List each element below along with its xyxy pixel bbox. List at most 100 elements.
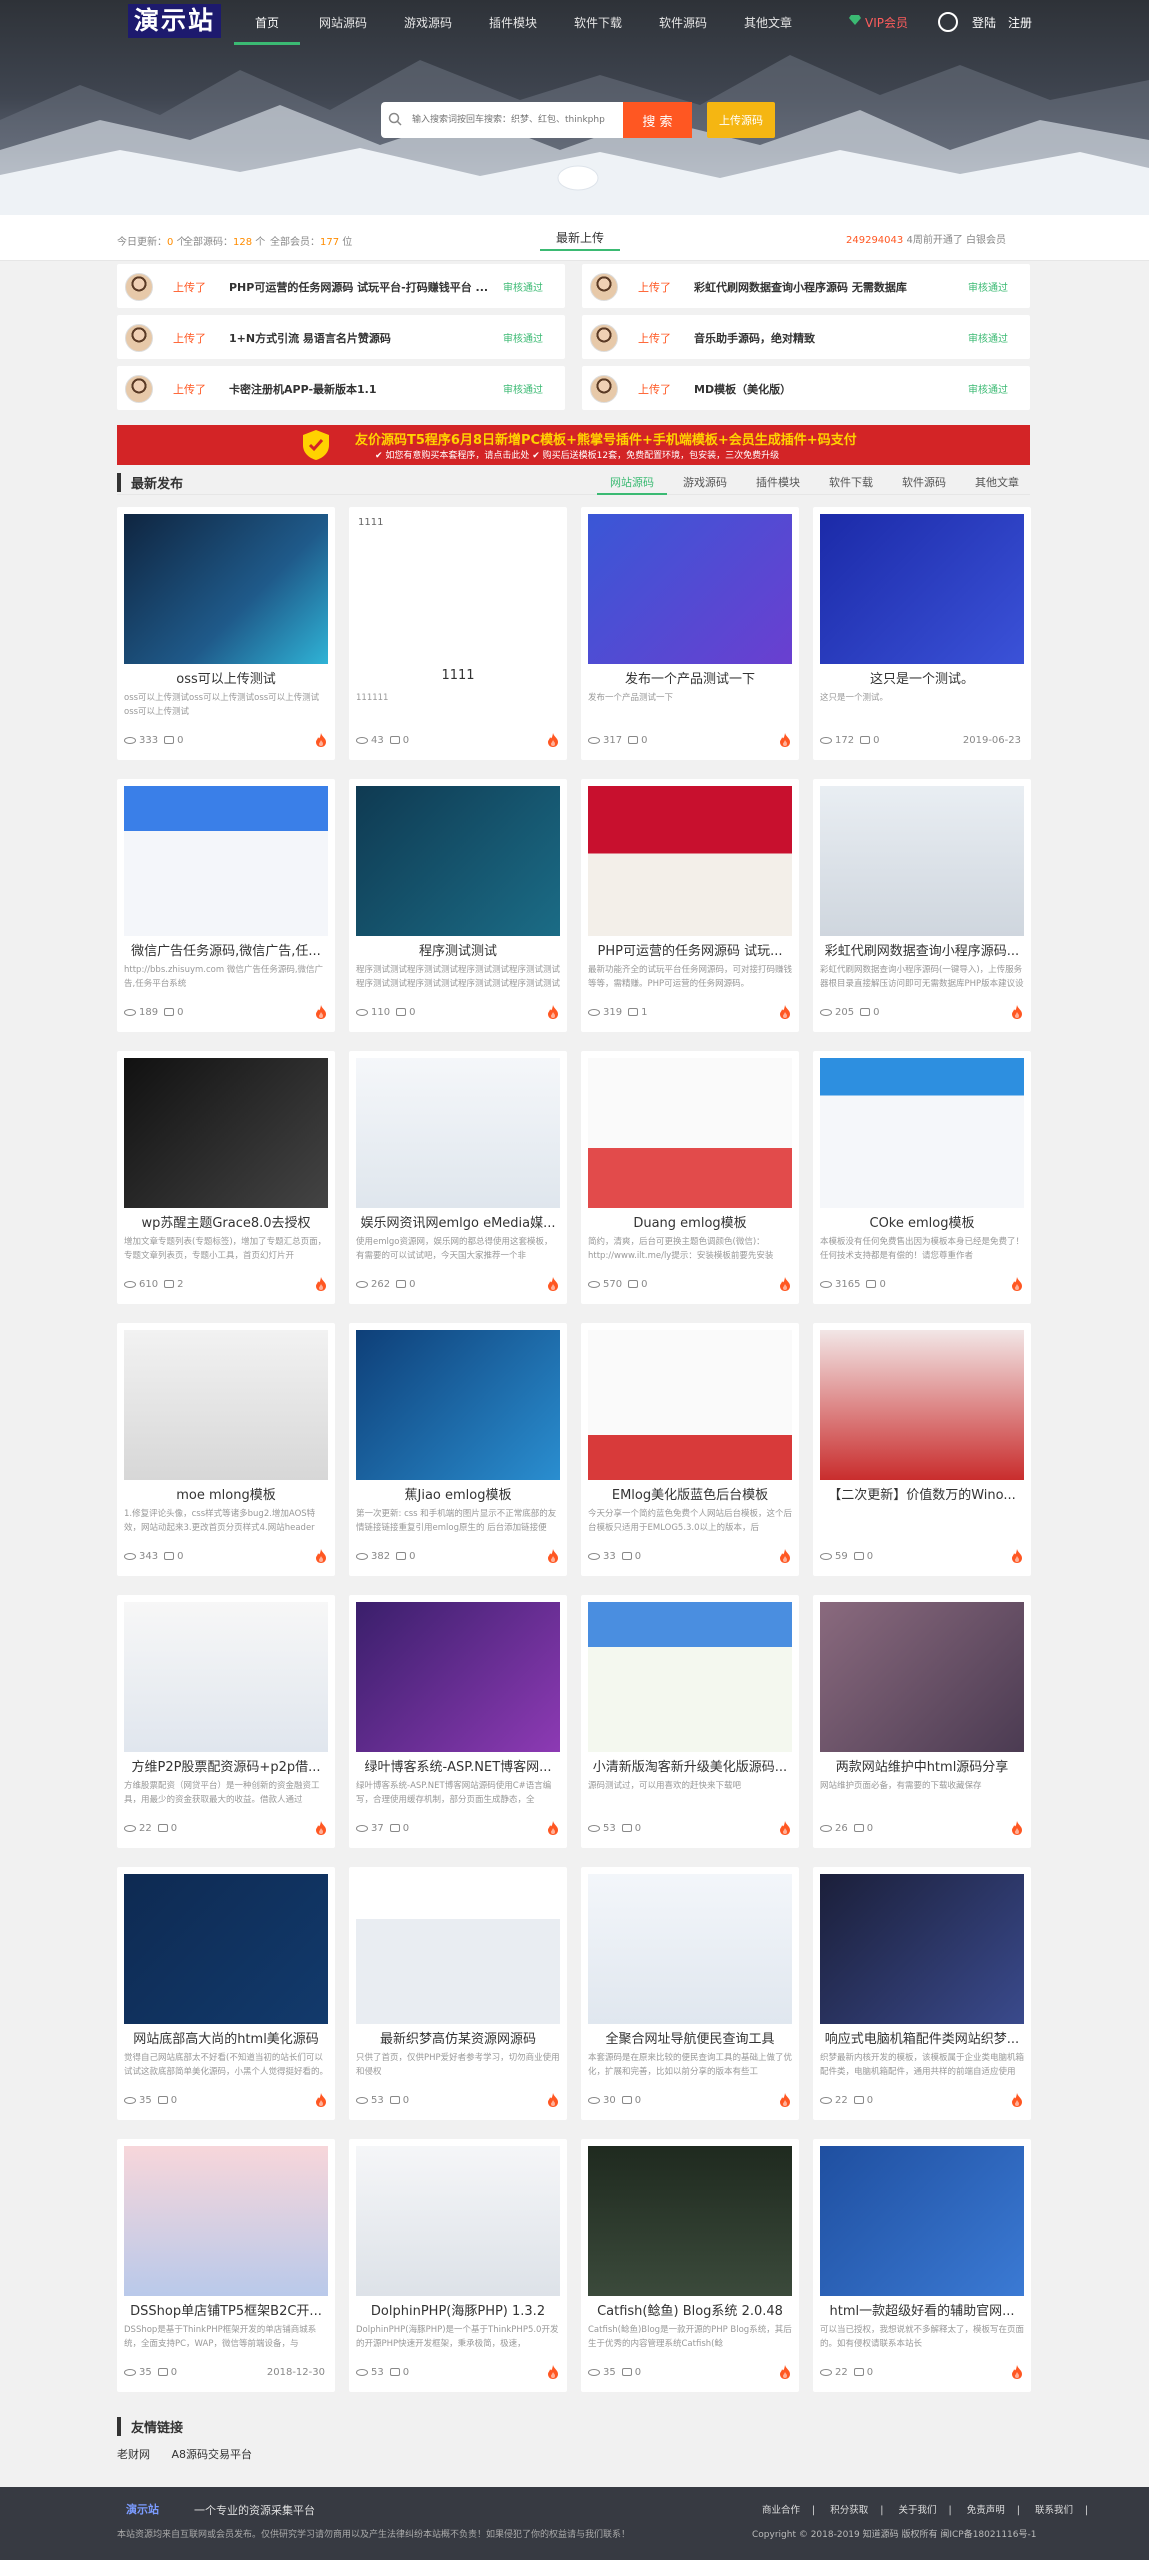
- post-title[interactable]: 小清新版淘客新升级美化版源码...: [587, 1756, 793, 1775]
- post-title[interactable]: DolphinPHP(海豚PHP) 1.3.2: [355, 2300, 561, 2319]
- post-thumbnail[interactable]: [820, 1330, 1024, 1480]
- nav-plugins[interactable]: 插件模块: [480, 14, 546, 31]
- post-card[interactable]: PHP可运营的任务网源码 试玩... 最新功能齐全的试玩平台任务网源码，可对接打码…: [581, 779, 799, 1032]
- post-title[interactable]: 方维P2P股票配资源码+p2p借...: [123, 1756, 329, 1775]
- site-logo[interactable]: 演示站: [128, 4, 222, 38]
- post-card[interactable]: EMlog美化版蓝色后台模板 今天分享一个简约蓝色免费个人网站后台模板，这个后台模…: [581, 1323, 799, 1576]
- upload-item[interactable]: 上传了 MD模板（美化版） 审核通过: [582, 366, 1030, 410]
- post-card[interactable]: 彩虹代刷网数据查询小程序源码... 彩虹代刷网数据查询小程序源码(一键导入)，上传…: [813, 779, 1031, 1032]
- nav-website-source[interactable]: 网站源码: [310, 14, 376, 31]
- footer-link-business[interactable]: 商业合作: [762, 2505, 800, 2516]
- post-thumbnail[interactable]: [588, 1058, 792, 1208]
- nav-home[interactable]: 首页: [234, 14, 300, 31]
- post-thumbnail[interactable]: [356, 1874, 560, 2024]
- tab-plugins[interactable]: 插件模块: [743, 474, 813, 490]
- post-title[interactable]: html一款超级好看的辅助官网...: [819, 2300, 1025, 2319]
- footer-logo[interactable]: 演示站: [126, 2501, 159, 2517]
- user-icon[interactable]: [938, 12, 958, 32]
- post-title[interactable]: 最新织梦高仿某资源网源码: [355, 2028, 561, 2047]
- post-card[interactable]: 最新织梦高仿某资源网源码 只供了首页，仅供PHP爱好者参考学习，切勿商业使用和侵权…: [349, 1867, 567, 2120]
- search-input[interactable]: [412, 104, 617, 136]
- post-card[interactable]: Catfish(鲶鱼) Blog系统 2.0.48 Catfish(鲶鱼)Blog…: [581, 2139, 799, 2392]
- post-title[interactable]: 绿叶博客系统-ASP.NET博客网...: [355, 1756, 561, 1775]
- post-thumbnail[interactable]: [124, 1602, 328, 1752]
- post-title[interactable]: Catfish(鲶鱼) Blog系统 2.0.48: [587, 2300, 793, 2319]
- post-card[interactable]: 绿叶博客系统-ASP.NET博客网... 绿叶博客系统-ASP.NET博客网站源码…: [349, 1595, 567, 1848]
- promo-banner[interactable]: 友价源码T5程序6月8日新增PC模板+熊掌号插件+手机端模板+会员生成插件+码支…: [117, 425, 1030, 465]
- post-thumbnail[interactable]: [356, 1330, 560, 1480]
- post-card[interactable]: DSShop单店铺TP5框架B2C开... DSShop是基于ThinkPHP框架…: [117, 2139, 335, 2392]
- post-title[interactable]: EMlog美化版蓝色后台模板: [587, 1484, 793, 1503]
- footer-link-contact[interactable]: 联系我们: [1035, 2505, 1073, 2516]
- post-card[interactable]: 娱乐网资讯网emlgo eMedia媒... 使用emlgo资源网，娱乐网的都总得…: [349, 1051, 567, 1304]
- upload-source-button[interactable]: 上传源码: [707, 102, 775, 138]
- post-thumbnail[interactable]: [356, 786, 560, 936]
- post-thumbnail[interactable]: [124, 786, 328, 936]
- post-card[interactable]: 网站底部高大尚的html美化源码 觉得自己网站底部太不好看(不知道当初的站长们可以…: [117, 1867, 335, 2120]
- post-card[interactable]: 微信广告任务源码,微信广告,任... http://bbs.zhisuym.com…: [117, 779, 335, 1032]
- post-thumbnail[interactable]: [588, 1874, 792, 2024]
- post-card[interactable]: 两款网站维护中html源码分享 网站维护页面必备，有需要的下载收藏保存 26 0: [813, 1595, 1031, 1848]
- tab-website-source[interactable]: 网站源码: [597, 474, 667, 495]
- post-title[interactable]: 两款网站维护中html源码分享: [819, 1756, 1025, 1775]
- post-card[interactable]: oss可以上传测试 oss可以上传测试oss可以上传测试oss可以上传测试oss可…: [117, 507, 335, 760]
- search-button[interactable]: 搜 索: [623, 102, 692, 138]
- post-card[interactable]: Duang emlog模板 简约，清爽，后台可更换主题色调颜色(微信)：http:…: [581, 1051, 799, 1304]
- post-card[interactable]: 【二次更新】价值数万的Wino... 59 0: [813, 1323, 1031, 1576]
- post-title[interactable]: 彩虹代刷网数据查询小程序源码...: [819, 940, 1025, 959]
- tab-game-source[interactable]: 游戏源码: [670, 474, 740, 490]
- post-card[interactable]: 响应式电脑机箱配件类网站织梦... 织梦最新内核开发的模板，该模板属于企业类电脑机…: [813, 1867, 1031, 2120]
- vip-link[interactable]: VIP会员: [849, 14, 908, 31]
- tab-software-source[interactable]: 软件源码: [889, 474, 959, 490]
- post-card[interactable]: 这只是一个测试。 这只是一个测试。 172 0 2019-06-23: [813, 507, 1031, 760]
- footer-link-disclaimer[interactable]: 免责声明: [967, 2505, 1005, 2516]
- upload-title[interactable]: 卡密注册机APP-最新版本1.1: [229, 381, 499, 397]
- upload-title[interactable]: PHP可运营的任务网源码 试玩平台-打码赚钱平台 ...: [229, 279, 499, 295]
- footer-link-points[interactable]: 积分获取: [830, 2505, 868, 2516]
- post-thumbnail[interactable]: [820, 514, 1024, 664]
- post-card[interactable]: moe mlong模板 1.修复评论头像，css样式等诸多bug2.增加AOS特效…: [117, 1323, 335, 1576]
- post-title[interactable]: 程序测试测试: [355, 940, 561, 959]
- tab-software-download[interactable]: 软件下载: [816, 474, 886, 490]
- post-title[interactable]: wp苏醒主题Grace8.0去授权: [123, 1212, 329, 1231]
- post-card[interactable]: 程序测试测试 程序测试测试程序测试测试程序测试测试程序测试测试程序测试测试程序测试…: [349, 779, 567, 1032]
- tab-latest-uploads[interactable]: 最新上传: [540, 225, 620, 251]
- tab-other-articles[interactable]: 其他文章: [962, 474, 1032, 490]
- post-card[interactable]: COke emlog模板 本模板没有任何免费售出因为模板本身已经是免费了！任何技术…: [813, 1051, 1031, 1304]
- post-card[interactable]: 小清新版淘客新升级美化版源码... 源码测试过，可以用喜欢的赶快来下载吧 53 0: [581, 1595, 799, 1848]
- post-title[interactable]: 响应式电脑机箱配件类网站织梦...: [819, 2028, 1025, 2047]
- post-title[interactable]: 蕉Jiao emlog模板: [355, 1484, 561, 1503]
- post-thumbnail[interactable]: [820, 1874, 1024, 2024]
- nav-software-source[interactable]: 软件源码: [650, 14, 716, 31]
- nav-game-source[interactable]: 游戏源码: [395, 14, 461, 31]
- post-title[interactable]: 【二次更新】价值数万的Wino...: [819, 1484, 1025, 1503]
- post-card[interactable]: 方维P2P股票配资源码+p2p借... 方维股票配资（网贷平台）是一种创新的资金融…: [117, 1595, 335, 1848]
- post-title[interactable]: 全聚合网址导航便民查询工具: [587, 2028, 793, 2047]
- upload-item[interactable]: 上传了 1+N方式引流 易语言名片赞源码 审核通过: [117, 315, 565, 359]
- post-thumbnail[interactable]: [356, 1058, 560, 1208]
- post-thumbnail[interactable]: [356, 1602, 560, 1752]
- register-link[interactable]: 注册: [1008, 14, 1032, 31]
- post-thumbnail[interactable]: [356, 2146, 560, 2296]
- post-thumbnail[interactable]: [588, 1602, 792, 1752]
- nav-other-articles[interactable]: 其他文章: [735, 14, 801, 31]
- post-title[interactable]: 微信广告任务源码,微信广告,任...: [123, 940, 329, 959]
- login-link[interactable]: 登陆: [972, 14, 996, 31]
- post-title[interactable]: COke emlog模板: [819, 1212, 1025, 1231]
- post-card[interactable]: 发布一个产品测试一下 发布一个产品测试一下 317 0: [581, 507, 799, 760]
- upload-item[interactable]: 上传了 卡密注册机APP-最新版本1.1 审核通过: [117, 366, 565, 410]
- post-title[interactable]: oss可以上传测试: [123, 668, 329, 687]
- upload-title[interactable]: 彩虹代刷网数据查询小程序源码 无需数据库: [694, 279, 964, 295]
- post-thumbnail[interactable]: [124, 514, 328, 664]
- nav-software-download[interactable]: 软件下载: [565, 14, 631, 31]
- upload-item[interactable]: 上传了 彩虹代刷网数据查询小程序源码 无需数据库 审核通过: [582, 264, 1030, 308]
- post-title[interactable]: 发布一个产品测试一下: [587, 668, 793, 687]
- post-thumbnail[interactable]: [124, 1330, 328, 1480]
- upload-title[interactable]: 音乐助手源码，绝对精致: [694, 330, 964, 346]
- post-title[interactable]: PHP可运营的任务网源码 试玩...: [587, 940, 793, 959]
- upload-title[interactable]: 1+N方式引流 易语言名片赞源码: [229, 330, 499, 346]
- post-thumbnail[interactable]: [124, 1058, 328, 1208]
- post-card[interactable]: 蕉Jiao emlog模板 第一次更新: css 和手机端的图片显示不正常底部的友…: [349, 1323, 567, 1576]
- post-thumbnail[interactable]: [588, 514, 792, 664]
- post-card[interactable]: DolphinPHP(海豚PHP) 1.3.2 DolphinPHP(海豚PHP)…: [349, 2139, 567, 2392]
